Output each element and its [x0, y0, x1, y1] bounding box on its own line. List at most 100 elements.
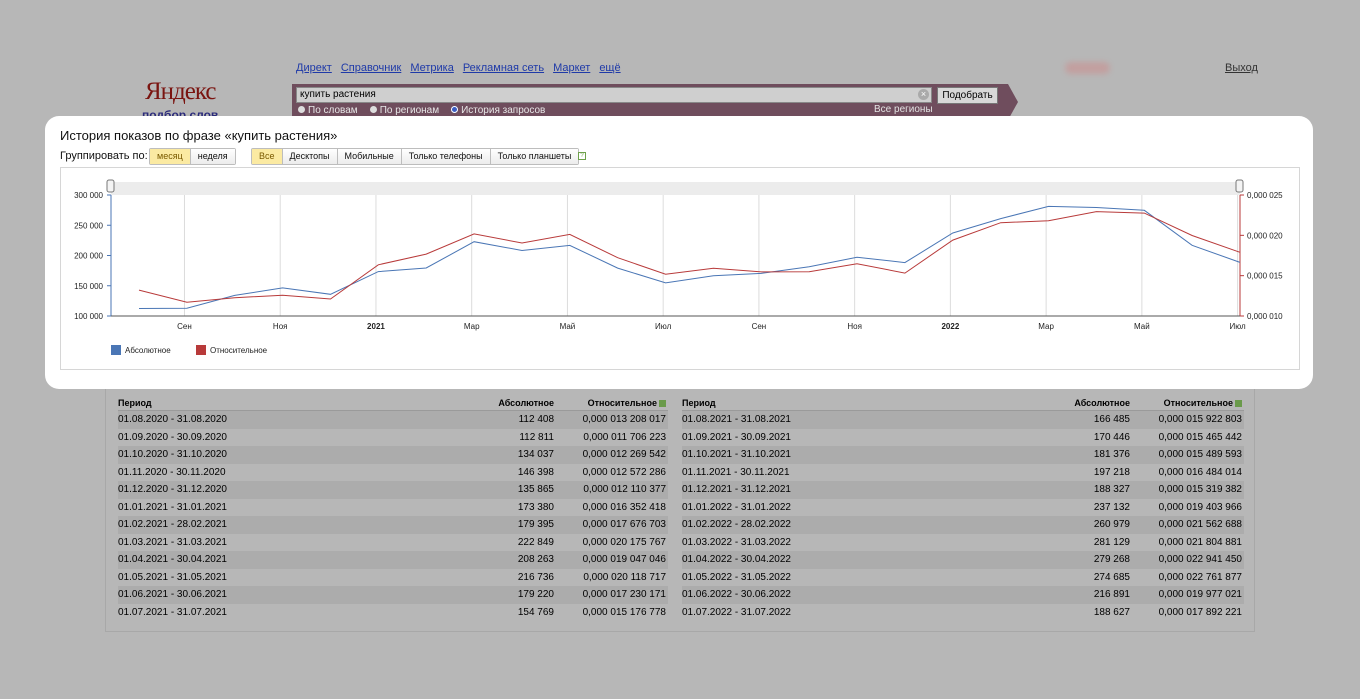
- legend-swatch-relative: [196, 345, 206, 355]
- cell-period: 01.11.2020 - 30.11.2020: [118, 466, 226, 478]
- device-desktop-button[interactable]: Десктопы: [282, 149, 338, 164]
- nav-link-metrika[interactable]: Метрика: [410, 62, 454, 74]
- nav-link-more[interactable]: ещё: [599, 62, 620, 74]
- cell-period: 01.12.2021 - 31.12.2021: [682, 484, 791, 495]
- search-input[interactable]: купить растения: [296, 87, 932, 103]
- cell-period: 01.03.2022 - 31.03.2022: [682, 536, 791, 548]
- device-all-button[interactable]: Все: [252, 149, 283, 164]
- chart-svg: Сен Ноя 2021 Мар Май Июл Сен Ноя 2022 Мар Май Июл 30…: [74, 179, 1283, 355]
- table-row: 01.12.2020 - 31.12.2020 135 865 0,000 012 …: [118, 481, 668, 499]
- help-icon[interactable]: [1235, 400, 1242, 408]
- table-header: Период Абсолютное Относительное: [118, 396, 668, 411]
- radio-by-regions[interactable]: По регионам: [370, 105, 439, 116]
- help-icon[interactable]: [659, 400, 666, 408]
- cell-absolute: 274 685: [1093, 571, 1130, 583]
- table-row: 01.02.2022 - 28.02.2022 260 979 0,000 021 …: [682, 516, 1244, 534]
- nav-link-help[interactable]: Справочник: [341, 62, 402, 74]
- cell-relative: 0,000 012 269 542: [582, 449, 666, 460]
- header-relative: Относительное: [1134, 396, 1244, 410]
- cell-absolute: 135 865: [517, 484, 554, 495]
- cell-relative: 0,000 015 319 382: [1158, 484, 1242, 495]
- nav-link-direct[interactable]: Директ: [296, 62, 332, 74]
- table-row: 01.07.2022 - 31.07.2022 188 627 0,000 017 …: [682, 604, 1244, 622]
- table-row: 01.11.2020 - 30.11.2020 146 398 0,000 012 …: [118, 464, 668, 482]
- cell-period: 01.02.2022 - 28.02.2022: [682, 519, 791, 530]
- table-row: 01.10.2020 - 31.10.2020 134 037 0,000 012 …: [118, 446, 668, 464]
- cell-period: 01.10.2021 - 31.10.2021: [682, 449, 791, 460]
- cell-relative: 0,000 016 352 418: [582, 501, 666, 513]
- y-left-tick-label: 150 000: [74, 282, 103, 291]
- x-tick-label: Мар: [464, 322, 480, 331]
- table-header: Период Абсолютное Относительное: [682, 396, 1244, 411]
- table-row: 01.02.2021 - 28.02.2021 179 395 0,000 017 …: [118, 516, 668, 534]
- period-toggle: месяц неделя: [149, 148, 236, 165]
- header-period: Период: [682, 398, 716, 408]
- x-tick-label: Ноя: [273, 322, 288, 331]
- cell-period: 01.07.2021 - 31.07.2021: [118, 606, 227, 618]
- cell-absolute: 188 627: [1093, 606, 1130, 618]
- cell-relative: 0,000 016 484 014: [1158, 466, 1242, 478]
- legend-label-absolute: Абсолютное: [125, 346, 171, 355]
- cell-absolute: 208 263: [517, 554, 554, 565]
- cell-relative: 0,000 013 208 017: [582, 414, 666, 425]
- cell-absolute: 279 268: [1093, 554, 1130, 565]
- cell-absolute: 216 736: [517, 571, 554, 583]
- cell-relative: 0,000 019 977 021: [1158, 589, 1242, 600]
- period-week-button[interactable]: неделя: [190, 149, 235, 164]
- cell-absolute: 188 327: [1093, 484, 1130, 495]
- cell-period: 01.02.2021 - 28.02.2021: [118, 519, 227, 530]
- cell-relative: 0,000 020 118 717: [583, 571, 666, 583]
- table-row: 01.06.2022 - 30.06.2022 216 891 0,000 019 …: [682, 586, 1244, 604]
- cell-period: 01.05.2021 - 31.05.2021: [118, 571, 227, 583]
- radio-by-words[interactable]: По словам: [298, 105, 358, 116]
- table-row: 01.05.2021 - 31.05.2021 216 736 0,000 020 …: [118, 569, 668, 587]
- y-right-tick-label: 0,000 010: [1247, 312, 1283, 321]
- y-left-tick-label: 100 000: [74, 312, 103, 321]
- x-tick-label: Сен: [177, 322, 192, 331]
- header-absolute: Абсолютное: [1074, 398, 1130, 408]
- cell-absolute: 112 811: [519, 431, 554, 443]
- table-row: 01.04.2021 - 30.04.2021 208 263 0,000 019 …: [118, 551, 668, 569]
- cell-absolute: 222 849: [517, 536, 554, 548]
- user-name-blurred: [1065, 62, 1110, 74]
- clear-icon[interactable]: ×: [918, 89, 929, 100]
- nav-link-adnetwork[interactable]: Рекламная сеть: [463, 62, 544, 74]
- y-left-tick-label: 300 000: [74, 191, 103, 200]
- cell-absolute: 281 129: [1093, 536, 1130, 548]
- search-mode-radios: По словам По регионам История запросов: [298, 105, 545, 116]
- nav-link-market[interactable]: Маркет: [553, 62, 590, 74]
- search-button[interactable]: Подобрать: [937, 87, 998, 104]
- table-row: 01.11.2021 - 30.11.2021 197 218 0,000 016 …: [682, 464, 1244, 482]
- cell-period: 01.03.2021 - 31.03.2021: [118, 536, 227, 548]
- regions-link[interactable]: Все регионы: [874, 104, 933, 115]
- device-phones-button[interactable]: Только телефоны: [401, 149, 491, 164]
- yandex-logo[interactable]: Яндекс: [145, 78, 216, 106]
- history-popup: История показов по фразе «купить растени…: [45, 116, 1313, 389]
- radio-query-history[interactable]: История запросов: [451, 105, 545, 116]
- x-tick-label: Июл: [1229, 322, 1246, 331]
- device-toggle: Все Десктопы Мобильные Только телефоны Т…: [251, 148, 580, 165]
- cell-period: 01.01.2021 - 31.01.2021: [118, 501, 227, 513]
- series-line-relative: [138, 211, 1241, 303]
- cell-period: 01.05.2022 - 31.05.2022: [682, 571, 791, 583]
- x-tick-label: Июл: [655, 322, 672, 331]
- period-month-button[interactable]: месяц: [150, 149, 191, 164]
- cell-absolute: 179 220: [517, 589, 554, 600]
- help-icon[interactable]: ?: [578, 152, 586, 160]
- range-handle-right[interactable]: [1235, 179, 1244, 193]
- cell-relative: 0,000 022 761 877: [1158, 571, 1242, 583]
- cell-relative: 0,000 020 175 767: [582, 536, 666, 548]
- device-tablets-button[interactable]: Только планшеты: [490, 149, 579, 164]
- range-handle-left[interactable]: [106, 179, 115, 193]
- logout-link[interactable]: Выход: [1225, 62, 1258, 74]
- device-mobile-button[interactable]: Мобильные: [337, 149, 402, 164]
- cell-absolute: 197 218: [1093, 466, 1130, 478]
- y-right-tick-label: 0,000 020: [1247, 231, 1283, 240]
- cell-period: 01.12.2020 - 31.12.2020: [118, 484, 227, 495]
- cell-relative: 0,000 019 403 966: [1158, 501, 1242, 513]
- cell-period: 01.09.2021 - 30.09.2021: [682, 431, 791, 443]
- cell-period: 01.04.2022 - 30.04.2022: [682, 554, 791, 565]
- cell-relative: 0,000 015 489 593: [1158, 449, 1242, 460]
- cell-period: 01.10.2020 - 31.10.2020: [118, 449, 227, 460]
- table-row: 01.03.2022 - 31.03.2022 281 129 0,000 021 …: [682, 534, 1244, 552]
